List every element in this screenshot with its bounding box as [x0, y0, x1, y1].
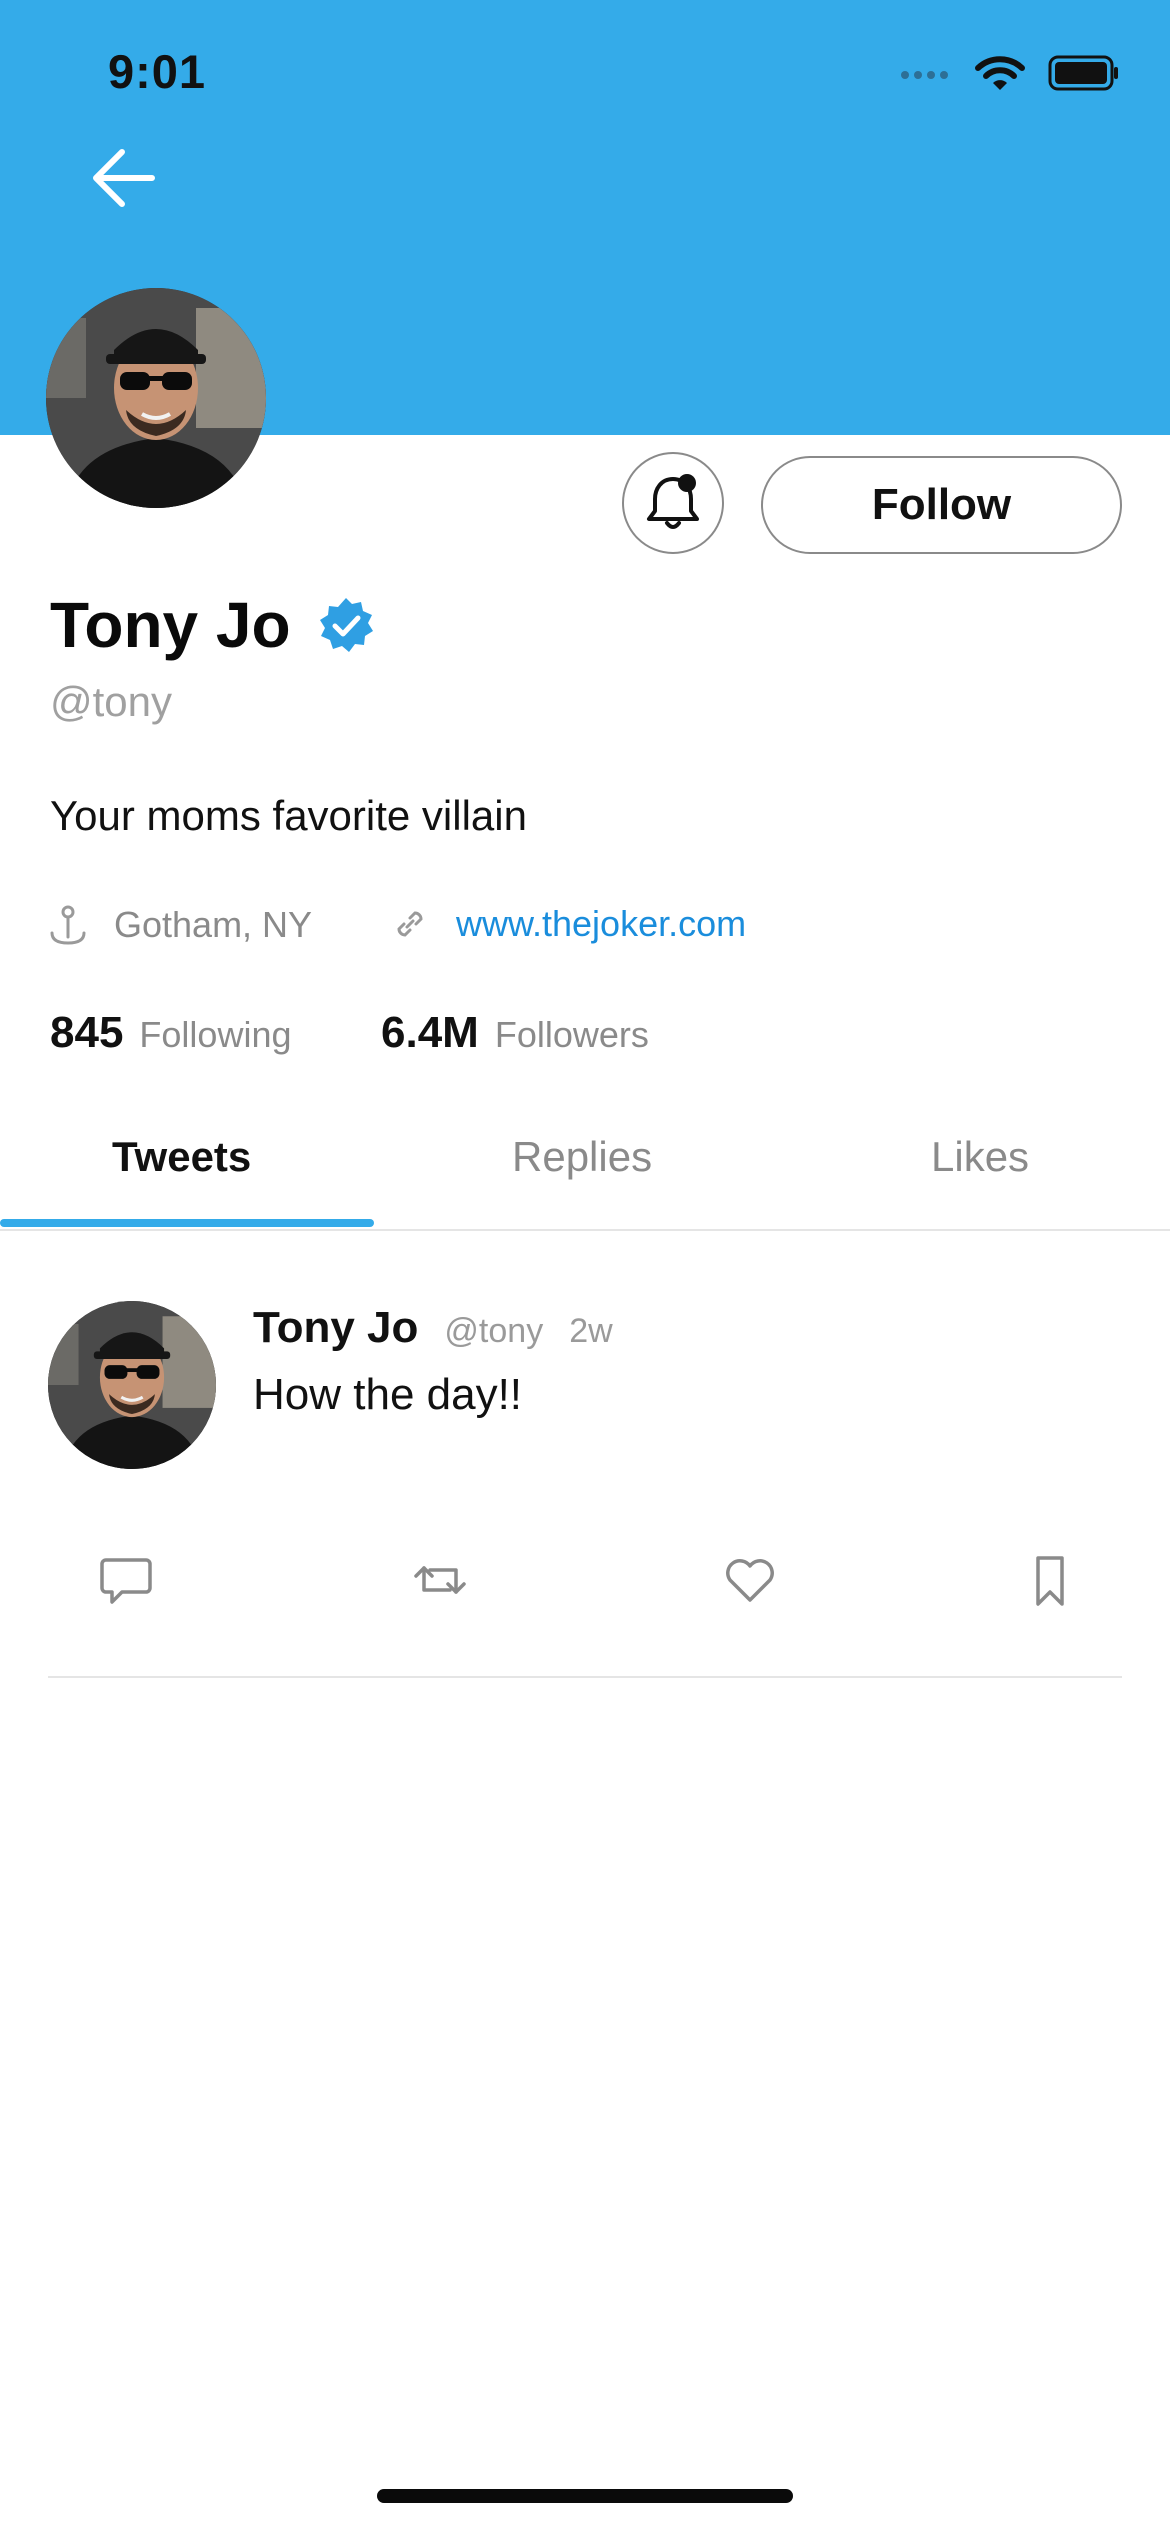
home-indicator[interactable]: [377, 2489, 793, 2503]
follow-button[interactable]: Follow: [761, 456, 1122, 554]
tweet-avatar[interactable]: [48, 1301, 216, 1469]
tweet-author-name[interactable]: Tony Jo: [253, 1303, 418, 1353]
tweet-header: Tony Jo @tony 2w: [253, 1303, 613, 1353]
profile-name: Tony Jo: [50, 589, 291, 661]
avatar-photo: [46, 288, 266, 508]
status-time: 9:01: [108, 45, 207, 98]
profile-website[interactable]: www.thejoker.com: [390, 903, 746, 945]
profile-name-row: Tony Jo: [50, 588, 375, 662]
location-pin-icon: [50, 905, 86, 945]
reply-icon[interactable]: [96, 1550, 156, 1610]
avatar-photo: [48, 1301, 216, 1469]
following-count: 845: [50, 1008, 124, 1057]
active-tab-indicator: [0, 1219, 374, 1227]
profile-screen: 9:01 Follow Tony Jo @tony Your moms favo…: [0, 0, 1170, 2532]
followers-label: Followers: [494, 1014, 649, 1055]
profile-bio: Your moms favorite villain: [50, 792, 527, 839]
battery-icon: [1048, 55, 1118, 91]
signal-icon: [901, 71, 948, 79]
profile-handle: @tony: [50, 678, 173, 725]
tweet-timestamp: 2w: [569, 1312, 613, 1350]
tweet-divider: [48, 1676, 1122, 1678]
link-icon: [397, 911, 423, 937]
wifi-icon: [975, 56, 1025, 90]
bell-icon: [647, 474, 699, 529]
notifications-button[interactable]: [622, 452, 724, 554]
tweet-text: How the day!!: [253, 1370, 523, 1419]
verified-badge-icon: [319, 598, 373, 652]
tabs-divider: [0, 1229, 1170, 1231]
following-label: Following: [139, 1014, 292, 1055]
status-icons: [900, 54, 1120, 92]
like-icon[interactable]: [720, 1550, 780, 1610]
location-text: Gotham, NY: [114, 904, 313, 945]
followers-stat[interactable]: 6.4M Followers: [381, 1008, 649, 1058]
followers-count: 6.4M: [381, 1008, 479, 1057]
bookmark-icon[interactable]: [1020, 1550, 1080, 1610]
profile-tabs: Tweets Replies Likes: [0, 1095, 1170, 1230]
website-link[interactable]: www.thejoker.com: [456, 903, 746, 945]
tab-replies[interactable]: Replies: [512, 1133, 652, 1181]
following-stat[interactable]: 845 Following: [50, 1008, 292, 1058]
tab-likes[interactable]: Likes: [931, 1133, 1029, 1181]
tab-tweets[interactable]: Tweets: [112, 1133, 251, 1181]
retweet-icon[interactable]: [410, 1550, 470, 1610]
tweet-author-handle: @tony: [444, 1312, 544, 1350]
arrow-left-icon[interactable]: [86, 140, 162, 216]
profile-avatar[interactable]: [46, 288, 266, 508]
profile-location: Gotham, NY: [48, 903, 312, 947]
